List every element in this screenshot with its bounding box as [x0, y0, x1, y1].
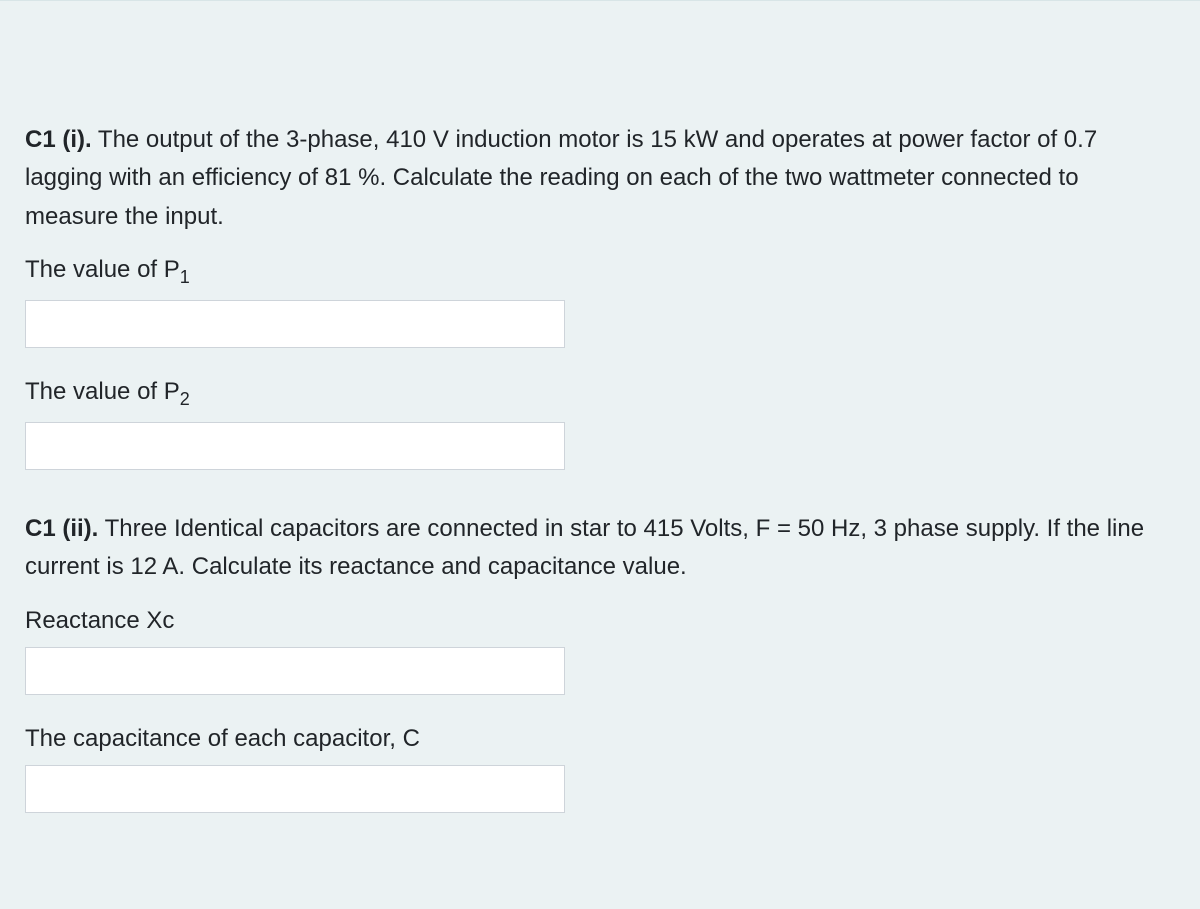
question-content: C1 (i). The output of the 3-phase, 410 V… [0, 0, 1200, 883]
label-p1: The value of P1 [25, 256, 1175, 288]
question-c1-i-text: C1 (i). The output of the 3-phase, 410 V… [25, 121, 1175, 236]
label-p2-prefix: The value of P [25, 378, 180, 405]
label-xc: Reactance Xc [25, 607, 1175, 635]
label-c: The capacitance of each capacitor, C [25, 725, 1175, 753]
input-p2[interactable] [25, 422, 565, 470]
field-group-p2: The value of P2 [25, 378, 1175, 470]
label-p1-sub: 1 [180, 267, 190, 287]
question-c1-ii-text: C1 (ii). Three Identical capacitors are … [25, 510, 1175, 587]
question-c1-i-label: C1 (i). [25, 126, 92, 153]
input-c[interactable] [25, 765, 565, 813]
question-c1-ii-body: Three Identical capacitors are connected… [25, 515, 1144, 580]
label-p2-sub: 2 [180, 389, 190, 409]
field-group-xc: Reactance Xc [25, 607, 1175, 695]
question-c1-ii-label: C1 (ii). [25, 515, 98, 542]
label-p1-prefix: The value of P [25, 256, 180, 283]
question-c1-ii: C1 (ii). Three Identical capacitors are … [25, 510, 1175, 813]
question-c1-i: C1 (i). The output of the 3-phase, 410 V… [25, 121, 1175, 470]
field-group-c: The capacitance of each capacitor, C [25, 725, 1175, 813]
input-xc[interactable] [25, 647, 565, 695]
input-p1[interactable] [25, 300, 565, 348]
label-p2: The value of P2 [25, 378, 1175, 410]
question-c1-i-body: The output of the 3-phase, 410 V inducti… [25, 126, 1097, 230]
field-group-p1: The value of P1 [25, 256, 1175, 348]
